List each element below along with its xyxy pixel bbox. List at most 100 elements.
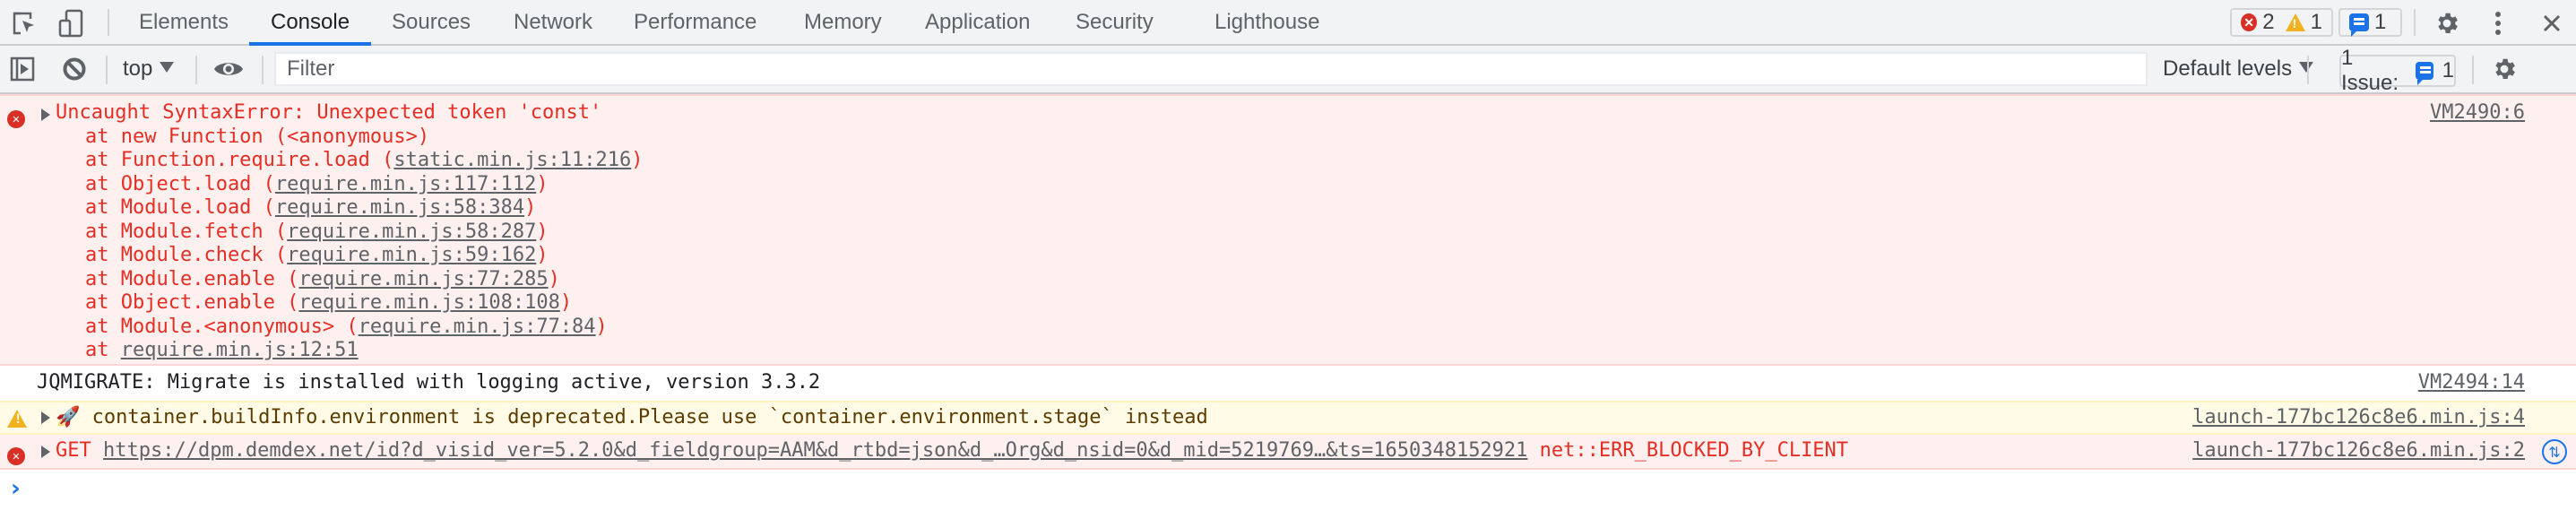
stack-frame: at require.min.js:12:51 <box>85 339 644 363</box>
divider <box>2472 56 2474 84</box>
tab-elements[interactable]: Elements <box>139 0 229 44</box>
tab-console[interactable]: Console <box>248 0 372 46</box>
divider <box>195 56 197 84</box>
stack-frame: at Module.<anonymous> (require.min.js:77… <box>85 316 644 340</box>
error-icon: ✕ <box>7 443 25 465</box>
stack-frame-text: at <box>85 339 121 361</box>
divider <box>262 56 264 84</box>
log-levels-dropdown[interactable]: Default levels <box>2163 46 2314 92</box>
divider <box>2307 56 2309 84</box>
stack-frame-link[interactable]: require.min.js:58:384 <box>275 196 524 219</box>
stack-frame-link[interactable]: require.min.js:77:84 <box>359 316 596 338</box>
console-message-error: ✕ Uncaught SyntaxError: Unexpected token… <box>0 94 2576 366</box>
console-settings-gear-icon[interactable] <box>2489 54 2520 84</box>
gear-icon[interactable] <box>2432 8 2462 39</box>
kebab-menu-icon[interactable] <box>2483 8 2513 39</box>
eye-icon[interactable] <box>213 54 244 84</box>
stack-frame-suffix: ) <box>536 172 549 195</box>
stack-frame-text: at Object.load ( <box>85 172 275 195</box>
stack-frame: at Module.fetch (require.min.js:58:287) <box>85 221 644 245</box>
stack-frame-link[interactable]: require.min.js:108:108 <box>298 291 559 314</box>
error-icon: ✕ <box>2241 13 2258 31</box>
tab-security[interactable]: Security <box>1076 0 1154 44</box>
request-method: GET <box>56 439 91 462</box>
tab-application[interactable]: Application <box>925 0 1030 44</box>
stack-frame-text: at Module.check ( <box>85 244 288 266</box>
stack-frame-suffix: ) <box>536 220 549 243</box>
tab-performance[interactable]: Performance <box>634 0 756 44</box>
stack-frame-text: at Module.fetch ( <box>85 220 288 243</box>
info-message-text: JQMIGRATE: Migrate is installed with log… <box>37 371 821 394</box>
stack-frame-link[interactable]: require.min.js:12:51 <box>121 339 359 361</box>
tab-lighthouse[interactable]: Lighthouse <box>1215 0 1319 44</box>
stack-frame: at Object.enable (require.min.js:108:108… <box>85 291 644 316</box>
stack-frame-text: at Module.enable ( <box>85 267 299 290</box>
error-message-text: Uncaught SyntaxError: Unexpected token '… <box>56 101 602 124</box>
console-messages: ✕ Uncaught SyntaxError: Unexpected token… <box>0 94 2576 528</box>
stack-frame-suffix: ) <box>595 315 608 338</box>
source-link[interactable]: VM2490:6 <box>2430 101 2525 126</box>
message-count: 1 <box>2374 10 2387 34</box>
context-selector[interactable]: top <box>123 46 175 92</box>
filter-input[interactable] <box>274 52 2148 86</box>
message-counter[interactable]: 1 <box>2338 8 2402 37</box>
stack-frame-text: at Object.enable ( <box>85 291 299 314</box>
issues-button[interactable]: 1 Issue: 1 <box>2339 46 2456 95</box>
divider <box>108 9 109 36</box>
message-icon <box>2349 13 2369 37</box>
inspect-element-icon[interactable] <box>9 8 39 39</box>
console-message-network-error: ✕ GET https://dpm.demdex.net/id?d_visid_… <box>0 435 2576 470</box>
error-icon: ✕ <box>7 106 25 128</box>
issues-count: 1 <box>2442 58 2454 82</box>
tab-memory[interactable]: Memory <box>804 0 882 44</box>
console-prompt[interactable]: › <box>0 470 2576 524</box>
console-toolbar: top Default levels 1 Issue: 1 <box>0 46 2576 95</box>
tab-network[interactable]: Network <box>514 0 592 44</box>
console-message-warning: 🚀 container.buildInfo.environment is dep… <box>0 401 2576 435</box>
warning-count: 1 <box>2310 10 2322 34</box>
stack-frame-link[interactable]: require.min.js:59:162 <box>287 244 536 266</box>
stack-frame-suffix: ) <box>524 196 537 219</box>
stack-frame-link[interactable]: require.min.js:58:287 <box>287 221 536 243</box>
expand-triangle-icon[interactable] <box>41 108 50 121</box>
network-request-icon[interactable]: ⇅ <box>2542 439 2567 464</box>
close-icon[interactable] <box>2537 8 2567 39</box>
stack-frame-text: at Function.require.load ( <box>85 149 394 171</box>
chevron-down-icon <box>160 62 175 73</box>
stack-frame-text: at Module.<anonymous> ( <box>85 315 359 338</box>
request-url-link[interactable]: https://dpm.demdex.net/id?d_visid_ver=5.… <box>103 439 1527 462</box>
source-link[interactable]: launch-177bc126c8e6.min.js:2 <box>2192 439 2525 463</box>
stack-frame: at Module.load (require.min.js:58:384) <box>85 196 644 221</box>
divider <box>106 56 108 84</box>
error-warning-counter[interactable]: ✕ 2 1 <box>2230 8 2333 37</box>
network-error-status: net::ERR_BLOCKED_BY_CLIENT <box>1539 439 1849 462</box>
prompt-chevron-icon: › <box>11 475 21 502</box>
stack-frame: at Function.require.load (static.min.js:… <box>85 149 644 173</box>
source-link[interactable]: launch-177bc126c8e6.min.js:4 <box>2192 406 2525 430</box>
stack-trace: at new Function (<anonymous>) at Function… <box>56 126 644 363</box>
stack-frame-link[interactable]: static.min.js:11:216 <box>393 149 631 171</box>
stack-frame-link[interactable]: require.min.js:77:285 <box>298 268 548 290</box>
stack-frame-link[interactable]: require.min.js:117:112 <box>275 173 536 195</box>
stack-frame-suffix: ) <box>536 244 549 266</box>
source-link[interactable]: VM2494:14 <box>2418 371 2525 395</box>
stack-frame-text: at Module.load ( <box>85 196 275 219</box>
message-icon <box>2416 62 2433 85</box>
tab-sources[interactable]: Sources <box>392 0 471 44</box>
context-label: top <box>123 56 153 81</box>
devtools-tab-bar: Elements Console Sources Network Perform… <box>0 0 2576 46</box>
stack-frame: at Module.enable (require.min.js:77:285) <box>85 268 644 292</box>
sidebar-toggle-icon[interactable] <box>7 54 38 84</box>
error-count: 2 <box>2262 10 2275 34</box>
warning-message: 🚀 container.buildInfo.environment is dep… <box>56 406 1208 430</box>
stack-frame-suffix: ) <box>548 267 560 290</box>
stack-frame-suffix: ) <box>631 149 644 171</box>
network-error-message: GET https://dpm.demdex.net/id?d_visid_ve… <box>56 439 1848 463</box>
warning-icon <box>7 410 27 433</box>
device-toolbar-icon[interactable] <box>56 8 86 39</box>
warning-message-text: container.buildInfo.environment is depre… <box>91 406 1208 428</box>
expand-triangle-icon[interactable] <box>41 446 50 458</box>
clear-console-icon[interactable] <box>59 54 90 84</box>
console-message-info: JQMIGRATE: Migrate is installed with log… <box>0 366 2576 401</box>
expand-triangle-icon[interactable] <box>41 411 50 424</box>
